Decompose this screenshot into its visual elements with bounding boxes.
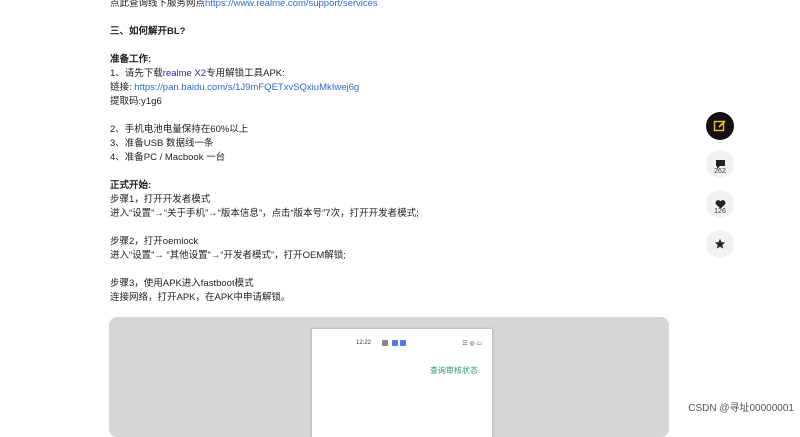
download-label: 链接: [110,82,132,93]
start-title: 正式开始: [110,180,152,191]
app-icon [400,340,406,346]
prep-item-1-link[interactable]: realme X2 [163,68,206,79]
csdn-watermark: CSDN @寻址00000001 [688,403,794,414]
download-link[interactable]: https://pan.baidu.com/s/1J9mFQETxvSQxiuM… [134,82,359,93]
favorite-button[interactable] [706,230,734,258]
phone-time: 12:22 [356,340,372,346]
app-icon [392,340,398,346]
star-icon [714,238,726,249]
service-line: 点此查询线下服务网点https://www.realme.com/support… [110,0,378,10]
service-link[interactable]: https://www.realme.com/support/services [205,0,378,9]
service-text: 点此查询线下服务网点 [110,0,206,9]
prep-item-3: 3、准备USB 数据线一条 [110,138,214,149]
step3-desc: 连接网络，打开APK，在APK中申请解锁。 [110,292,291,303]
download-line: 链接: https://pan.baidu.com/s/1J9mFQETxvSQ… [110,82,359,94]
prep-title: 准备工作: [110,54,152,65]
comment-count: 262 [714,168,726,175]
step1-title: 步骤1，打开开发者模式 [110,194,211,205]
prep-item-4: 4、准备PC / Macbook 一台 [110,152,226,163]
like-count: 126 [714,208,726,215]
phone-status-icons: ☷ ◎ ▭ [462,341,482,347]
step2-desc: 进入“设置”→ “其他设置”→“开发者模式”，打开OEM解锁; [110,250,346,261]
review-status-link[interactable]: 查询审核状态 [430,365,478,376]
phone-status-bar: 12:22 ☷ ◎ ▭ [312,339,492,349]
edit-button[interactable] [706,112,734,140]
prep-item-1: 1、请先下载realme X2专用解锁工具APK: [110,68,285,80]
phone-screen: 12:22 ☷ ◎ ▭ 查询审核状态 [312,329,492,437]
step3-title: 步骤3，使用APK进入fastboot模式 [110,278,254,289]
edit-icon [713,120,726,132]
prep-item-1-prefix: 1、请先下载 [110,68,163,79]
step2-title: 步骤2，打开oemlock [110,236,199,247]
notification-icon [382,340,388,346]
section-title: 三、如何解开BL? [110,26,186,37]
step1-desc: 进入“设置”→“关于手机”→“版本信息”，点击“版本号”7次，打开开发者模式; [110,208,419,219]
prep-item-2: 2、手机电池电量保持在60%以上 [110,124,249,135]
extract-code: 提取码:y1g6 [110,96,162,107]
screenshot-image: 12:22 ☷ ◎ ▭ 查询审核状态 [109,317,669,437]
prep-item-1-suffix: 专用解锁工具APK: [206,68,285,79]
